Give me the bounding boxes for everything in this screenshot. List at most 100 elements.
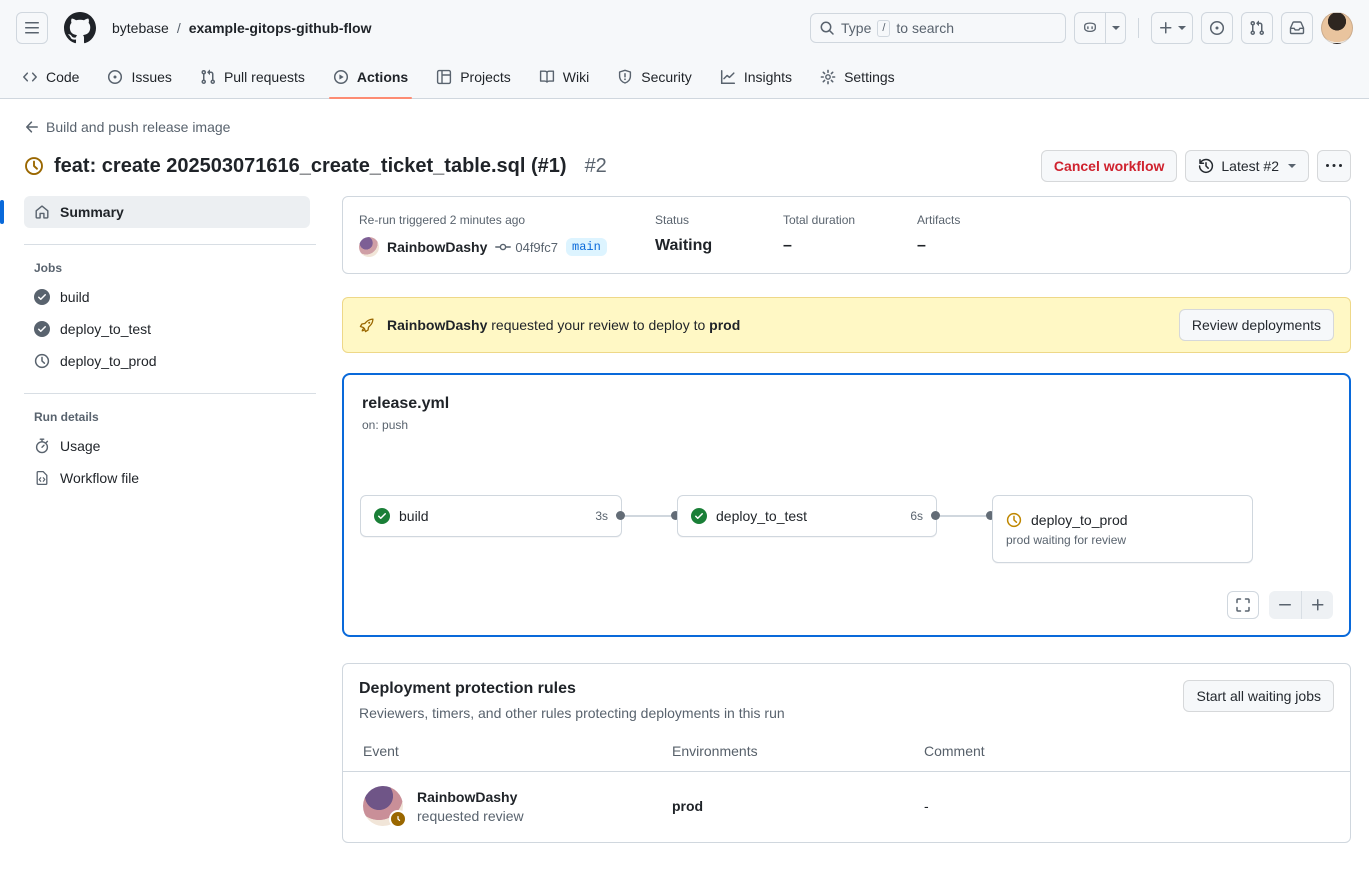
- fit-view-button[interactable]: [1227, 591, 1259, 619]
- reviewer-avatar: [363, 786, 403, 826]
- actor-name-link[interactable]: RainbowDashy: [387, 239, 487, 255]
- tab-wiki[interactable]: Wiki: [529, 56, 599, 98]
- tab-label: Pull requests: [224, 69, 305, 85]
- rules-title: Deployment protection rules: [359, 680, 785, 698]
- graph-node-build[interactable]: build 3s: [360, 495, 622, 537]
- zoom-in-button[interactable]: [1301, 591, 1333, 619]
- node-duration: 6s: [910, 509, 923, 523]
- sidebar-job-deploy-to-prod[interactable]: deploy_to_prod: [24, 345, 310, 377]
- rules-table-header: Event Environments Comment: [343, 721, 1350, 771]
- issues-button[interactable]: [1201, 12, 1233, 44]
- plus-icon: [1310, 597, 1326, 613]
- sidebar-item-usage[interactable]: Usage: [24, 430, 310, 462]
- check-circle-icon: [34, 321, 50, 337]
- tab-actions[interactable]: Actions: [323, 56, 418, 98]
- sidebar-item-summary[interactable]: Summary: [24, 196, 310, 228]
- chevron-down-icon: [1112, 26, 1120, 30]
- check-circle-icon: [374, 508, 390, 524]
- tab-projects[interactable]: Projects: [426, 56, 521, 98]
- history-icon: [1198, 158, 1214, 174]
- commit-link[interactable]: 04f9fc7: [495, 239, 558, 255]
- repo-link[interactable]: example-gitops-github-flow: [189, 20, 372, 36]
- tab-code[interactable]: Code: [12, 56, 89, 98]
- branch-badge[interactable]: main: [566, 238, 607, 256]
- copilot-split-button: [1074, 12, 1126, 44]
- commit-sha: 04f9fc7: [515, 240, 558, 255]
- clock-badge-icon: [389, 810, 407, 828]
- back-to-workflow-link[interactable]: Build and push release image: [24, 119, 230, 135]
- copilot-button[interactable]: [1074, 12, 1106, 44]
- tab-label: Security: [641, 69, 692, 85]
- run-number: #2: [585, 155, 607, 178]
- rocket-icon: [359, 317, 375, 333]
- sidebar-job-deploy-to-test[interactable]: deploy_to_test: [24, 313, 310, 345]
- check-circle-icon: [691, 508, 707, 524]
- sidebar-job-build[interactable]: build: [24, 281, 310, 313]
- tab-label: Projects: [460, 69, 511, 85]
- pull-requests-button[interactable]: [1241, 12, 1273, 44]
- tab-pull-requests[interactable]: Pull requests: [190, 56, 315, 98]
- graph-connector: [616, 511, 680, 520]
- chevron-down-icon: [1288, 164, 1296, 168]
- duration-value: –: [783, 237, 917, 255]
- github-logo-icon[interactable]: [64, 12, 96, 44]
- chevron-down-icon: [1178, 26, 1186, 30]
- jobs-heading: Jobs: [34, 261, 342, 275]
- tab-label: Insights: [744, 69, 792, 85]
- graph-connector: [931, 511, 995, 520]
- trigger-text: Re-run triggered 2 minutes ago: [359, 213, 655, 227]
- cancel-workflow-button[interactable]: Cancel workflow: [1041, 150, 1177, 182]
- sidebar-item-workflow-file[interactable]: Workflow file: [24, 462, 310, 494]
- tab-security[interactable]: Security: [607, 56, 702, 98]
- org-link[interactable]: bytebase: [112, 20, 169, 36]
- actor-avatar[interactable]: [359, 237, 379, 257]
- tab-label: Issues: [131, 69, 171, 85]
- node-subtitle: prod waiting for review: [1006, 533, 1239, 547]
- header-actions: Type / to search: [810, 12, 1353, 44]
- artifacts-label: Artifacts: [917, 213, 1045, 227]
- home-icon: [34, 204, 50, 220]
- connector-line: [940, 515, 986, 517]
- create-new-button[interactable]: [1151, 12, 1193, 44]
- search-input[interactable]: Type / to search: [810, 13, 1066, 43]
- job-name: deploy_to_test: [60, 321, 151, 337]
- tab-settings[interactable]: Settings: [810, 56, 905, 98]
- row-comment: -: [924, 798, 1334, 814]
- event-actor: RainbowDashy: [417, 789, 524, 805]
- latest-run-dropdown[interactable]: Latest #2: [1185, 150, 1309, 182]
- waiting-clock-icon: [24, 156, 44, 176]
- rules-subtitle: Reviewers, timers, and other rules prote…: [359, 705, 785, 721]
- tab-insights[interactable]: Insights: [710, 56, 802, 98]
- search-placeholder-prefix: Type: [841, 20, 871, 36]
- run-title-text: feat: create 202503071616_create_ticket_…: [54, 155, 567, 178]
- column-event: Event: [363, 743, 672, 759]
- user-avatar[interactable]: [1321, 12, 1353, 44]
- review-deployments-button[interactable]: Review deployments: [1179, 309, 1334, 341]
- inbox-icon: [1289, 20, 1305, 36]
- dash-icon: [1277, 597, 1293, 613]
- node-name: build: [399, 508, 429, 524]
- graph-node-deploy-to-test[interactable]: deploy_to_test 6s: [677, 495, 937, 537]
- clock-icon: [1006, 512, 1022, 528]
- inbox-button[interactable]: [1281, 12, 1313, 44]
- check-circle-icon: [34, 289, 50, 305]
- repo-tab-nav: Code Issues Pull requests Actions Projec…: [0, 56, 1369, 99]
- sidebar-divider: [24, 244, 316, 245]
- graph-node-deploy-to-prod[interactable]: deploy_to_prod prod waiting for review: [992, 495, 1253, 563]
- git-commit-icon: [495, 239, 511, 255]
- sidebar-item-label: Workflow file: [60, 470, 139, 486]
- hamburger-menu-button[interactable]: [16, 12, 48, 44]
- start-all-waiting-jobs-button[interactable]: Start all waiting jobs: [1183, 680, 1334, 712]
- sidebar-item-label: Summary: [60, 204, 124, 220]
- kebab-icon: [1326, 158, 1342, 174]
- sidebar-item-label: Usage: [60, 438, 100, 454]
- workflow-name: Build and push release image: [46, 119, 230, 135]
- arrow-left-icon: [24, 119, 40, 135]
- stopwatch-icon: [34, 438, 50, 454]
- run-options-kebab-button[interactable]: [1317, 150, 1351, 182]
- node-name: deploy_to_prod: [1031, 512, 1128, 528]
- zoom-out-button[interactable]: [1269, 591, 1301, 619]
- copilot-menu-button[interactable]: [1106, 12, 1126, 44]
- file-code-icon: [34, 470, 50, 486]
- tab-issues[interactable]: Issues: [97, 56, 181, 98]
